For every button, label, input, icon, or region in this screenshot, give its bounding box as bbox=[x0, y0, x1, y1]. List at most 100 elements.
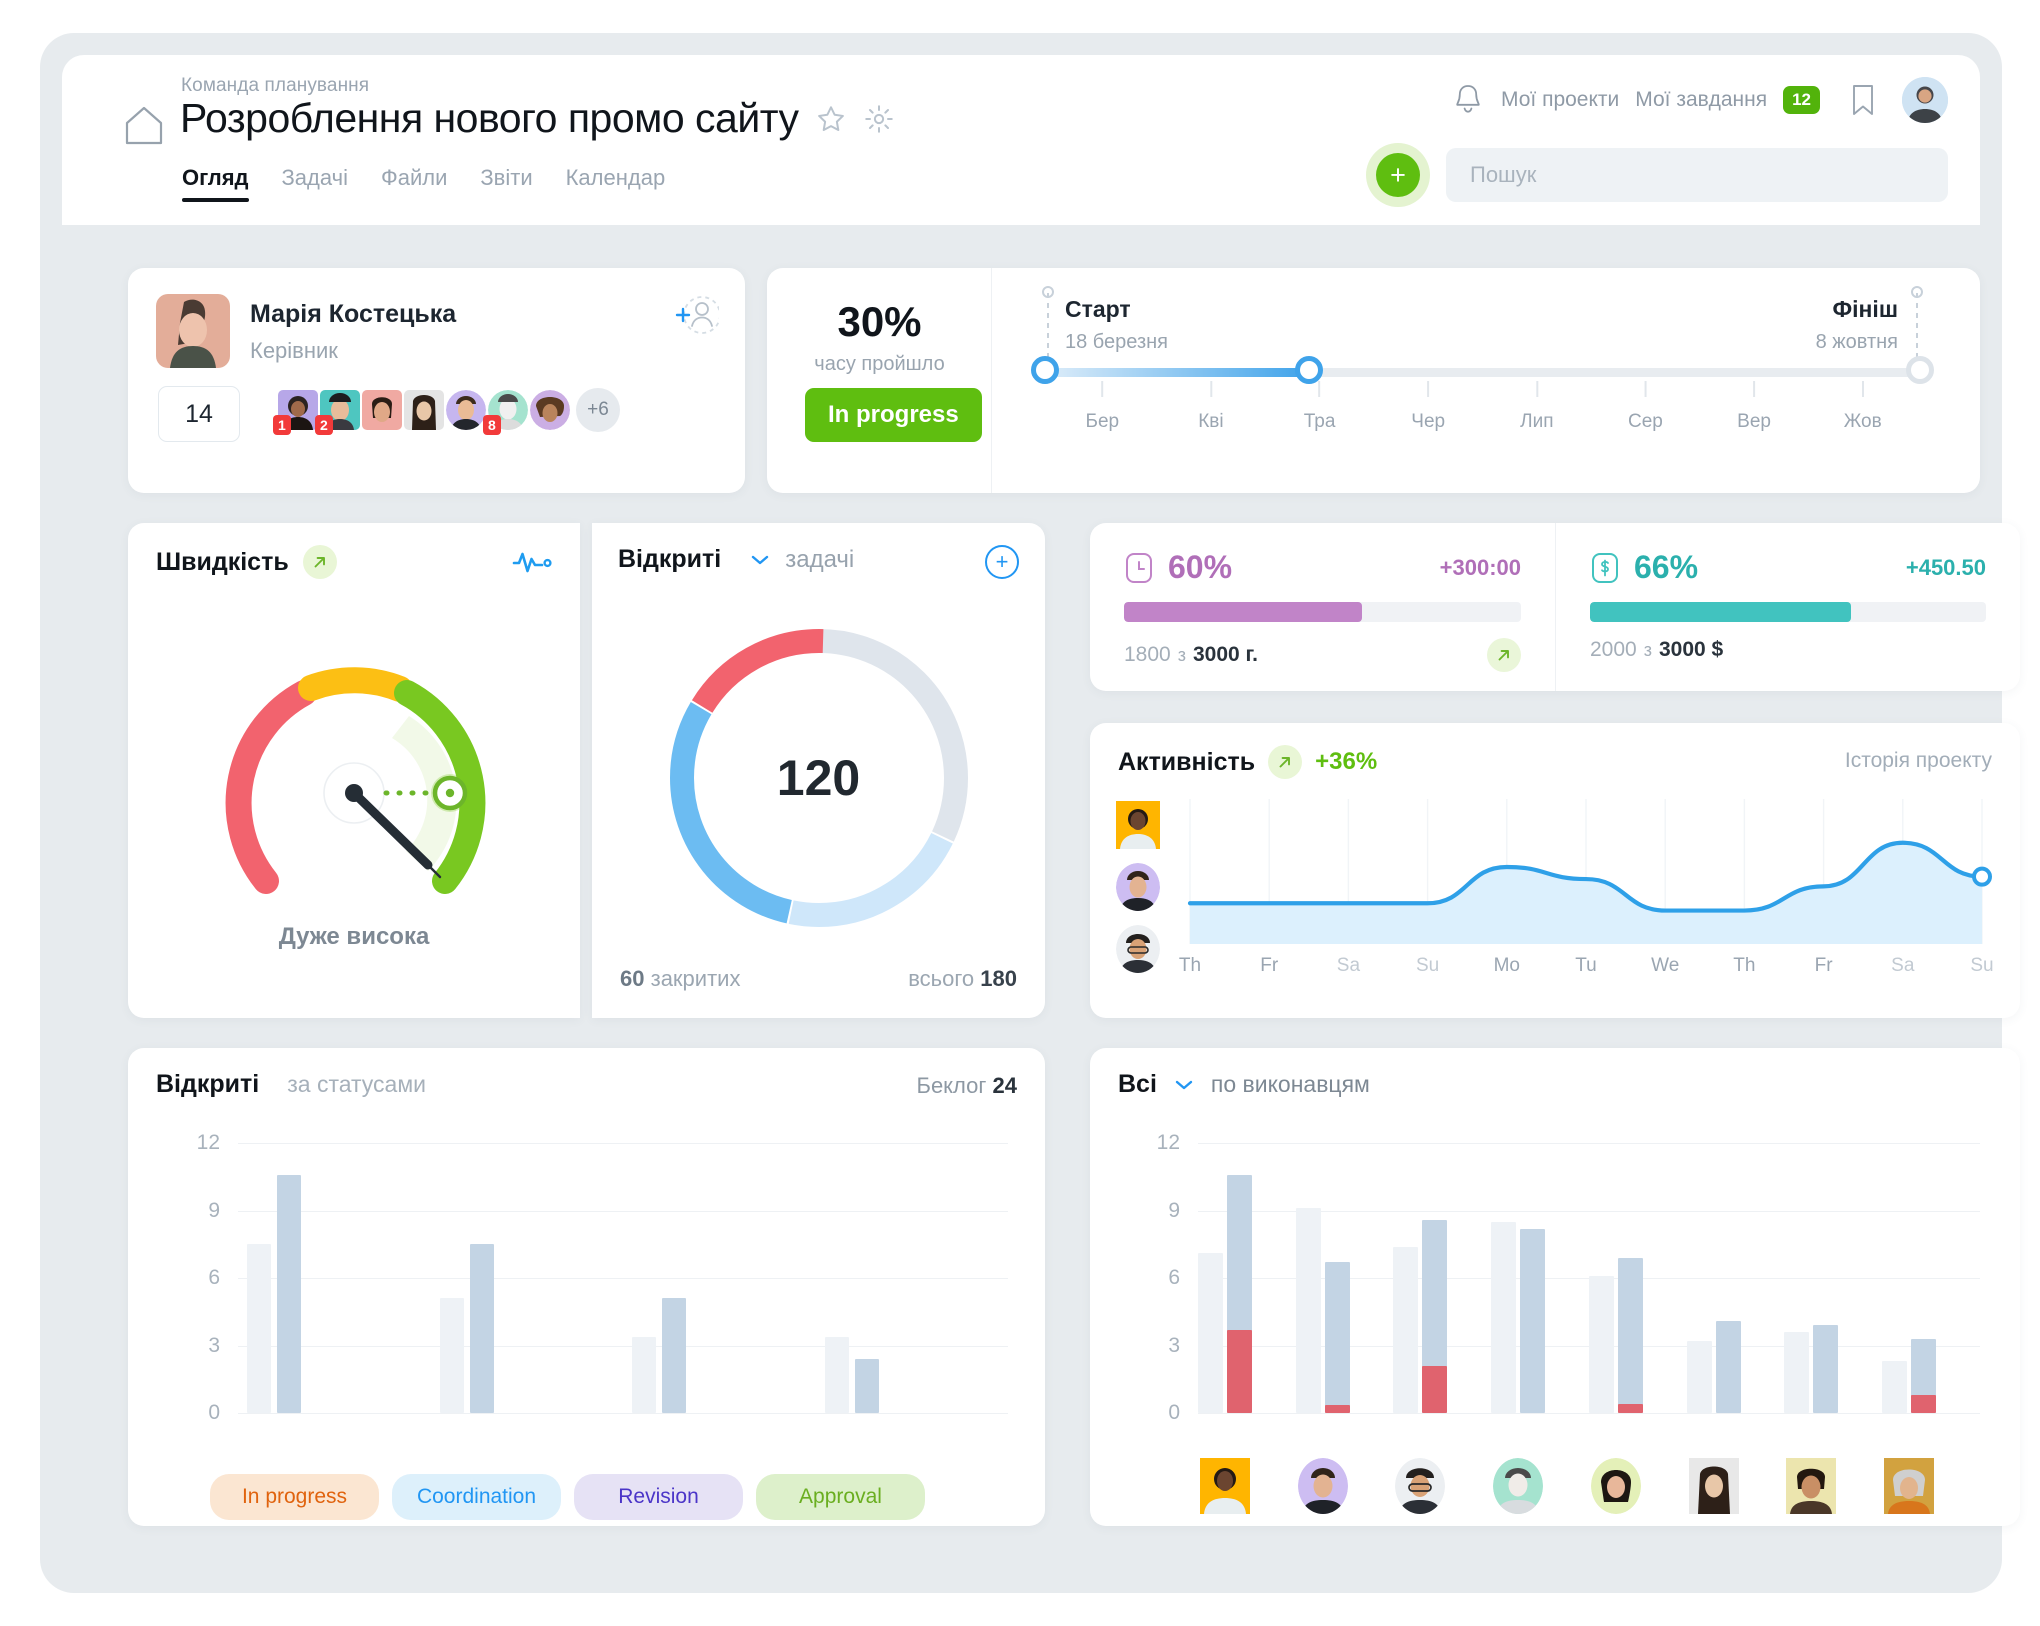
status-badge[interactable]: In progress bbox=[805, 388, 982, 442]
tab-files[interactable]: Файли bbox=[381, 165, 447, 202]
status-chip-coordination[interactable]: Coordination bbox=[392, 1474, 561, 1520]
member-more-count[interactable]: +6 bbox=[576, 388, 620, 432]
budget-progress-fill bbox=[1590, 602, 1852, 622]
star-icon[interactable] bbox=[816, 104, 846, 134]
avatar[interactable] bbox=[1902, 77, 1948, 123]
member-badge: 1 bbox=[273, 414, 291, 435]
bar-planned[interactable] bbox=[1295, 1208, 1321, 1413]
timeline-knob-end[interactable] bbox=[1906, 356, 1934, 384]
bookmark-icon[interactable] bbox=[1850, 83, 1876, 117]
assignee-avatar[interactable] bbox=[1395, 1458, 1446, 1514]
assignee-avatar[interactable] bbox=[1199, 1458, 1250, 1514]
bar-planned[interactable] bbox=[632, 1336, 657, 1413]
add-button[interactable]: + bbox=[1376, 153, 1420, 197]
member-avatar-item[interactable]: 8 bbox=[483, 390, 528, 435]
timeline-month-label: Тра bbox=[1303, 411, 1336, 432]
tab-overview[interactable]: Огляд bbox=[182, 165, 249, 202]
activity-day-label: Sa bbox=[1336, 955, 1361, 976]
member-avatar bbox=[530, 390, 570, 430]
bar-planned[interactable] bbox=[247, 1244, 272, 1413]
total-label: всього bbox=[908, 966, 975, 991]
bar-actual[interactable] bbox=[1520, 1228, 1546, 1413]
backlog-label: Беклог bbox=[916, 1073, 987, 1098]
all-by-assignee-plot: 0 3 6 9 12 bbox=[1157, 1131, 1980, 1443]
assignee-avatar[interactable] bbox=[1493, 1458, 1544, 1514]
bar-actual[interactable] bbox=[662, 1298, 687, 1413]
assignee-avatar[interactable] bbox=[1590, 1458, 1641, 1514]
search-input[interactable] bbox=[1470, 162, 1924, 188]
add-user-icon[interactable] bbox=[671, 294, 719, 336]
bar-overdue[interactable] bbox=[1422, 1365, 1448, 1413]
bar-overdue[interactable] bbox=[1911, 1395, 1937, 1413]
pulse-icon[interactable] bbox=[512, 547, 552, 575]
member-avatar-item[interactable] bbox=[530, 390, 570, 430]
y-axis-label: 3 bbox=[208, 1333, 220, 1357]
timeline-month-label: Чер bbox=[1411, 411, 1446, 432]
home-icon[interactable] bbox=[122, 103, 166, 147]
member-avatar-item[interactable]: 1 bbox=[273, 390, 318, 435]
timeline-track[interactable] bbox=[1048, 368, 1917, 377]
chevron-down-icon[interactable] bbox=[1173, 1078, 1195, 1092]
bar-planned[interactable] bbox=[1491, 1221, 1517, 1413]
bar-actual[interactable] bbox=[854, 1359, 879, 1413]
open-tasks-subtitle[interactable]: задачі bbox=[785, 546, 854, 574]
all-by-assignee-subtitle[interactable]: по виконавцям bbox=[1211, 1071, 1370, 1098]
y-axis-label: 12 bbox=[196, 1131, 220, 1154]
plus-circle-icon[interactable]: + bbox=[985, 545, 1019, 579]
bar-planned[interactable] bbox=[1588, 1275, 1614, 1413]
assignee-avatar[interactable] bbox=[1786, 1458, 1837, 1514]
timeline-knob-start[interactable] bbox=[1031, 356, 1059, 384]
tab-tasks[interactable]: Задачі bbox=[282, 165, 348, 202]
bar-actual[interactable] bbox=[469, 1244, 494, 1413]
bell-icon[interactable] bbox=[1451, 82, 1485, 118]
bar-overdue[interactable] bbox=[1617, 1404, 1643, 1413]
owner-card: Марія Костецька Керівник 14 1 2 8 +6 bbox=[128, 268, 745, 493]
timeline-knob-current[interactable] bbox=[1294, 356, 1323, 384]
member-avatar-3[interactable] bbox=[1116, 925, 1160, 973]
bar-planned[interactable] bbox=[824, 1336, 849, 1413]
search-box[interactable] bbox=[1446, 148, 1948, 202]
bar-actual[interactable] bbox=[1617, 1257, 1643, 1413]
chevron-down-icon[interactable] bbox=[749, 553, 771, 567]
bar-overdue[interactable] bbox=[1324, 1405, 1350, 1413]
y-axis-label: 0 bbox=[208, 1401, 220, 1424]
bar-overdue[interactable] bbox=[1226, 1329, 1252, 1413]
gear-icon[interactable] bbox=[864, 104, 894, 134]
bar-planned[interactable] bbox=[439, 1298, 464, 1413]
grid-line bbox=[238, 1413, 1008, 1414]
bar-actual[interactable] bbox=[1715, 1320, 1741, 1413]
activity-day-label: Tu bbox=[1575, 955, 1597, 976]
bar-actual[interactable] bbox=[1324, 1262, 1350, 1413]
bar-planned[interactable] bbox=[1197, 1253, 1223, 1413]
member-avatar-1[interactable] bbox=[1116, 801, 1160, 849]
open-by-status-subtitle[interactable]: за статусами bbox=[287, 1071, 426, 1098]
member-avatar-item[interactable] bbox=[446, 390, 486, 430]
status-chip-approval[interactable]: Approval bbox=[756, 1474, 925, 1520]
bar-planned[interactable] bbox=[1686, 1341, 1712, 1413]
arrow-up-right-icon[interactable] bbox=[1487, 638, 1521, 672]
nav-my-projects[interactable]: Мої проекти bbox=[1501, 88, 1619, 112]
assignee-avatar[interactable] bbox=[1297, 1458, 1348, 1514]
budget-of-word: з bbox=[1643, 639, 1652, 660]
budget-used: 2000 bbox=[1590, 638, 1637, 661]
budget-stat: 66% +450.50 2000 з 3000 $ bbox=[1555, 523, 2020, 691]
project-history-link[interactable]: Історія проекту bbox=[1845, 749, 1992, 773]
owner-role: Керівник bbox=[250, 338, 338, 363]
member-avatar-item[interactable]: 2 bbox=[315, 390, 360, 435]
status-chip-in-progress[interactable]: In progress bbox=[210, 1474, 379, 1520]
bar-actual[interactable] bbox=[1813, 1325, 1839, 1413]
member-avatar-item[interactable] bbox=[362, 390, 402, 430]
tab-calendar[interactable]: Календар bbox=[566, 165, 666, 202]
bar-planned[interactable] bbox=[1882, 1361, 1908, 1413]
bar-actual[interactable] bbox=[277, 1174, 302, 1413]
bar-planned[interactable] bbox=[1784, 1332, 1810, 1413]
nav-my-tasks[interactable]: Мої завдання bbox=[1635, 88, 1767, 112]
member-avatar-2[interactable] bbox=[1116, 863, 1160, 911]
status-chip-revision[interactable]: Revision bbox=[574, 1474, 743, 1520]
member-avatar-item[interactable] bbox=[404, 390, 444, 430]
member-count[interactable]: 14 bbox=[158, 386, 240, 442]
bar-planned[interactable] bbox=[1393, 1246, 1419, 1413]
assignee-avatar[interactable] bbox=[1884, 1458, 1935, 1514]
tab-reports[interactable]: Звіти bbox=[480, 165, 532, 202]
assignee-avatar[interactable] bbox=[1688, 1458, 1739, 1514]
